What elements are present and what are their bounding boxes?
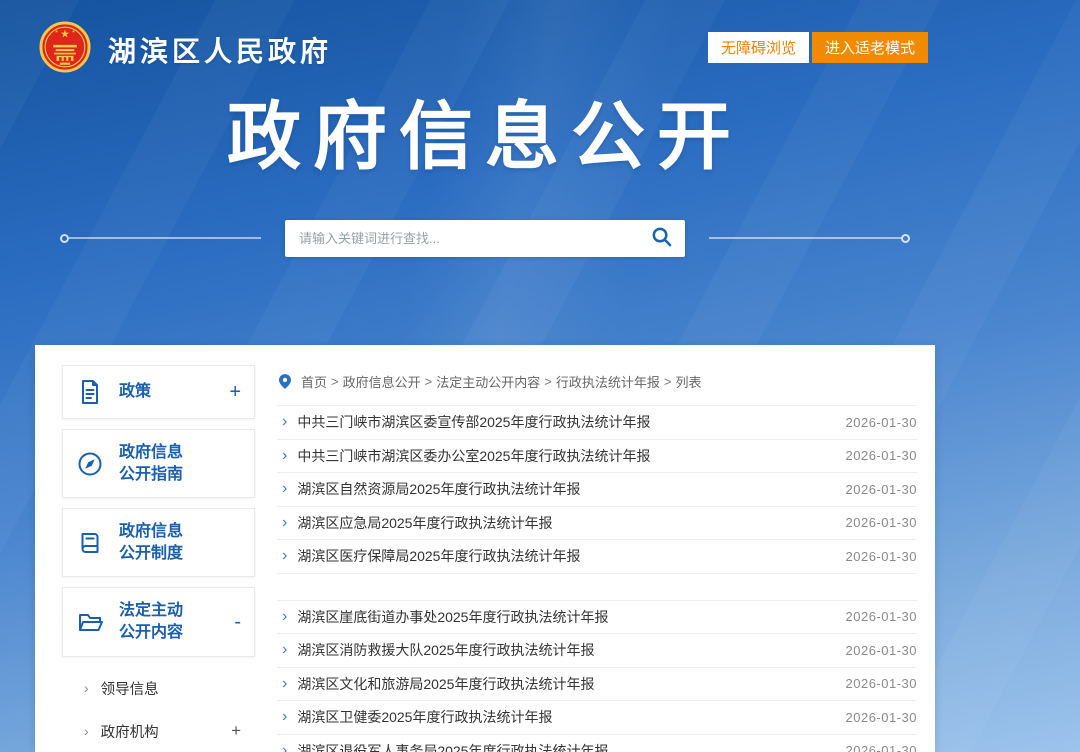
list-item-title: 湖滨区文化和旅游局2025年度行政执法统计年报: [297, 675, 595, 692]
list-item-date: 2026-01-30: [845, 481, 917, 497]
chevron-right-icon: ›: [282, 446, 288, 464]
open-folder-icon: [76, 608, 106, 636]
book-icon: [76, 529, 106, 557]
search-row: [35, 219, 935, 257]
list-item-title: 湖滨区崖底街道办事处2025年度行政执法统计年报: [297, 608, 609, 625]
page-title: 政府信息公开: [227, 95, 743, 178]
breadcrumb-statutory-disclosure[interactable]: 法定主动公开内容: [436, 372, 540, 391]
chevron-right-icon: ›: [282, 674, 288, 692]
list-item[interactable]: › 湖滨区崖底街道办事处2025年度行政执法统计年报 2026-01-30: [277, 601, 917, 634]
list-item-title: 湖滨区自然资源局2025年度行政执法统计年报: [297, 481, 581, 498]
expand-toggle[interactable]: +: [231, 721, 247, 741]
list-item[interactable]: › 湖滨区退役军人事务局2025年度行政执法统计年报 2026-01-30: [277, 735, 917, 752]
compass-icon: [76, 450, 106, 478]
elder-mode-button[interactable]: 进入适老模式: [811, 32, 928, 63]
list-item-title: 中共三门峡市湖滨区委办公室2025年度行政执法统计年报: [297, 447, 651, 464]
list-item-date: 2026-01-30: [845, 609, 917, 625]
list-item-title: 湖滨区消防救援大队2025年度行政执法统计年报: [297, 642, 595, 659]
page-background: 湖滨区人民政府 无障碍浏览 进入适老模式 政府信息公开 请输入关键词进行查找..…: [0, 0, 1080, 752]
sidebar: 政策 + 政府信息公开指南 政府信息公开制度 法定主动公开内容 - › 领导信息…: [62, 365, 255, 752]
decorative-line-left: [60, 233, 261, 243]
list-item-date: 2026-01-30: [845, 676, 917, 692]
deco-dot-right: [901, 233, 910, 243]
list-item[interactable]: › 中共三门峡市湖滨区委宣传部2025年度行政执法统计年报 2026-01-30: [277, 406, 917, 440]
list-item-title: 湖滨区卫健委2025年度行政执法统计年报: [297, 709, 553, 726]
chevron-right-icon: ›: [84, 723, 89, 740]
content-area: 首页 > 政府信息公开 > 法定主动公开内容 > 行政执法统计年报 > 列表 ›…: [277, 365, 917, 752]
subnav-item-leadership-info[interactable]: › 领导信息: [62, 667, 255, 710]
header-buttons: 无障碍浏览 进入适老模式: [707, 32, 928, 63]
breadcrumb-gov-info-disclosure[interactable]: 政府信息公开: [343, 372, 421, 391]
chevron-right-icon: ›: [84, 680, 89, 697]
sidebar-item-label: 政府信息公开制度: [119, 523, 184, 562]
accessibility-browse-button[interactable]: 无障碍浏览: [707, 32, 809, 63]
chevron-right-icon: ›: [282, 547, 288, 565]
list-item[interactable]: › 湖滨区消防救援大队2025年度行政执法统计年报 2026-01-30: [277, 634, 917, 668]
decorative-line-right: [709, 233, 910, 243]
chevron-right-icon: ›: [282, 641, 288, 659]
sidebar-item-label: 政策: [119, 383, 152, 401]
sidebar-item-statutory-disclosure[interactable]: 法定主动公开内容 -: [62, 587, 255, 657]
list-item-date: 2026-01-30: [845, 709, 917, 725]
site-brand[interactable]: 湖滨区人民政府: [38, 20, 332, 79]
chevron-right-icon: ›: [282, 513, 288, 531]
site-title: 湖滨区人民政府: [108, 35, 333, 67]
subnav-item-label: 领导信息: [100, 681, 159, 698]
list-item-date: 2026-01-30: [845, 448, 917, 464]
announcement-list-group-2: › 湖滨区崖底街道办事处2025年度行政执法统计年报 2026-01-30 › …: [277, 599, 917, 752]
chevron-right-icon: ›: [282, 741, 288, 752]
breadcrumb-list: 列表: [675, 374, 702, 390]
chevron-right-icon: ›: [282, 413, 288, 431]
sidebar-item-policy[interactable]: 政策 +: [62, 365, 255, 419]
announcement-list-group-1: › 中共三门峡市湖滨区委宣传部2025年度行政执法统计年报 2026-01-30…: [277, 405, 917, 574]
national-emblem-icon: [38, 20, 92, 79]
chevron-right-icon: ›: [282, 708, 288, 726]
list-item-title: 湖滨区医疗保障局2025年度行政执法统计年报: [297, 548, 581, 565]
list-item-date: 2026-01-30: [845, 414, 917, 430]
list-item[interactable]: › 湖滨区文化和旅游局2025年度行政执法统计年报 2026-01-30: [277, 668, 917, 701]
list-item[interactable]: › 中共三门峡市湖滨区委办公室2025年度行政执法统计年报 2026-01-30: [277, 440, 917, 473]
list-item-title: 湖滨区应急局2025年度行政执法统计年报: [297, 514, 553, 531]
chevron-right-icon: ›: [282, 480, 288, 498]
chevron-right-icon: ›: [282, 607, 288, 625]
main-card: 政策 + 政府信息公开指南 政府信息公开制度 法定主动公开内容 - › 领导信息…: [35, 345, 935, 752]
list-item[interactable]: › 湖滨区自然资源局2025年度行政执法统计年报 2026-01-30: [277, 473, 917, 507]
subnav-item-government-agencies[interactable]: › 政府机构 +: [62, 710, 255, 752]
search-button[interactable]: [646, 221, 677, 255]
list-item-date: 2026-01-30: [845, 548, 917, 564]
sidebar-item-label: 政府信息公开指南: [119, 444, 184, 483]
list-item[interactable]: › 湖滨区医疗保障局2025年度行政执法统计年报 2026-01-30: [277, 540, 917, 574]
sidebar-subnav: › 领导信息 › 政府机构 + › 政府工作报告: [62, 667, 255, 752]
sidebar-item-disclosure-guide[interactable]: 政府信息公开指南: [62, 429, 255, 499]
list-item-title: 中共三门峡市湖滨区委宣传部2025年度行政执法统计年报: [297, 414, 651, 431]
list-item-date: 2026-01-30: [845, 515, 917, 531]
list-item[interactable]: › 湖滨区应急局2025年度行政执法统计年报 2026-01-30: [277, 507, 917, 540]
list-item[interactable]: › 湖滨区卫健委2025年度行政执法统计年报 2026-01-30: [277, 701, 917, 735]
list-item-title: 湖滨区退役军人事务局2025年度行政执法统计年报: [297, 742, 609, 752]
list-item-date: 2026-01-30: [845, 743, 917, 752]
collapse-toggle[interactable]: -: [234, 612, 241, 632]
breadcrumb-annual-report[interactable]: 行政执法统计年报: [556, 372, 660, 391]
subnav-item-label: 政府机构: [100, 724, 159, 741]
location-pin-icon: [279, 373, 291, 389]
deco-dot-left: [60, 233, 69, 243]
header: 湖滨区人民政府 无障碍浏览 进入适老模式: [0, 0, 1080, 90]
search-box: [285, 219, 685, 257]
list-item-date: 2026-01-30: [845, 642, 917, 658]
sidebar-item-label: 法定主动公开内容: [119, 602, 184, 641]
expand-toggle[interactable]: +: [229, 382, 241, 402]
search-icon: [650, 225, 673, 251]
breadcrumb-home[interactable]: 首页: [301, 372, 327, 391]
document-icon: [76, 378, 106, 406]
hero: 政府信息公开: [35, 98, 935, 257]
search-input[interactable]: [299, 230, 646, 246]
sidebar-item-disclosure-system[interactable]: 政府信息公开制度: [62, 508, 255, 578]
breadcrumb: 首页 > 政府信息公开 > 法定主动公开内容 > 行政执法统计年报 > 列表: [277, 365, 917, 393]
